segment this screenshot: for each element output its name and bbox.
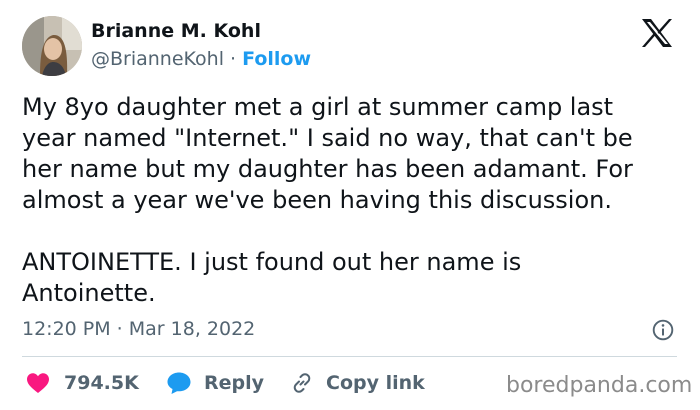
reply-bubble-icon [167,372,191,394]
tweet-text: My 8yo daughter met a girl at summer cam… [22,93,633,307]
author-name[interactable]: Brianne M. Kohl [91,20,261,42]
link-icon [293,373,311,393]
like-button[interactable]: 794.5K [26,370,139,396]
tweet-timestamp[interactable]: 12:20 PM · Mar 18, 2022 [22,318,255,340]
divider [22,356,677,357]
x-logo-icon[interactable] [640,18,674,48]
author-handle[interactable]: @BrianneKohl [91,48,224,70]
follow-button[interactable]: Follow [242,48,311,70]
watermark: boredpanda.com [506,373,693,398]
copy-link-button[interactable]: Copy link [290,370,425,396]
like-count: 794.5K [64,372,139,394]
reply-button[interactable]: Reply [166,370,264,396]
heart-icon [27,373,49,393]
profile-photo [22,16,82,76]
info-icon[interactable] [652,319,674,341]
avatar[interactable] [22,16,82,76]
author-handle-row: @BrianneKohl · Follow [91,48,311,70]
copy-link-label: Copy link [326,372,425,394]
reply-label: Reply [204,372,265,394]
separator-dot: · [224,48,243,70]
